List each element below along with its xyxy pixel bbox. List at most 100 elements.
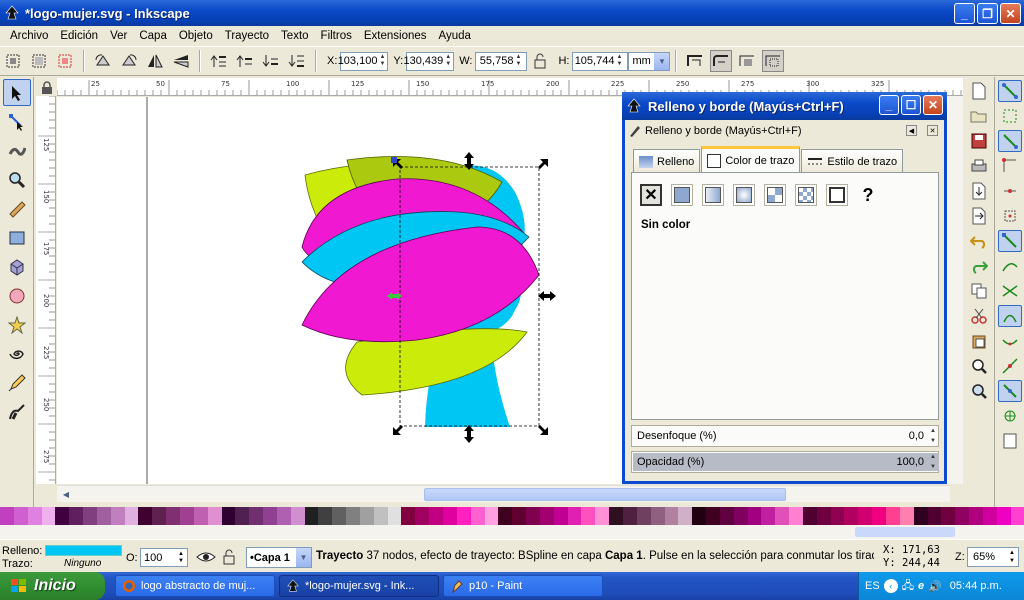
palette-swatch[interactable] [553, 507, 568, 525]
palette-swatch[interactable] [733, 507, 748, 525]
snap-bbox-midpoints-icon[interactable] [998, 180, 1022, 202]
rectangle-tool-icon[interactable] [3, 224, 31, 251]
palette-swatch[interactable] [913, 507, 928, 525]
rotate-ccw-icon[interactable] [92, 50, 114, 72]
palette-swatch[interactable] [872, 507, 886, 525]
dialog-maximize-button[interactable]: ☐ [901, 95, 921, 115]
stroke-indicator[interactable]: Ninguno [64, 558, 101, 569]
tweak-tool-icon[interactable] [3, 137, 31, 164]
palette-swatch[interactable] [609, 507, 623, 525]
volume-icon[interactable]: 🔊 [928, 580, 942, 593]
palette-swatch[interactable] [650, 507, 665, 525]
palette-swatch[interactable] [41, 507, 56, 525]
dialog-close-button[interactable]: ✕ [923, 95, 943, 115]
undo-icon[interactable] [967, 230, 991, 252]
tab-estilo-de-trazo[interactable]: Estilo de trazo [801, 149, 904, 173]
snap-page-border-icon[interactable] [998, 430, 1022, 452]
blur-spinner[interactable]: ▲ ▼ [928, 426, 938, 446]
tray-back-icon[interactable]: ‹ [883, 579, 898, 593]
palette-swatch[interactable] [83, 507, 97, 525]
snap-smooth-nodes-icon[interactable] [998, 330, 1022, 352]
menu-ver[interactable]: Ver [104, 30, 133, 42]
palette-swatch[interactable] [622, 507, 637, 525]
pencil-tool-icon[interactable] [3, 369, 31, 396]
snap-bbox-corners-icon[interactable] [998, 155, 1022, 177]
snap-nodes-icon[interactable] [998, 230, 1022, 252]
palette-swatch[interactable] [152, 507, 167, 525]
y-field[interactable]: 130,439 ▲ ▼ [403, 51, 455, 71]
snap-enable-icon[interactable] [998, 80, 1022, 102]
palette-swatch[interactable] [539, 507, 554, 525]
zoom-drawing-icon[interactable] [967, 380, 991, 402]
snap-bbox-icon[interactable] [998, 105, 1022, 127]
color-palette[interactable] [0, 507, 1024, 525]
copy-icon[interactable] [967, 280, 991, 302]
palette-swatch[interactable] [470, 507, 485, 525]
palette-swatch[interactable] [415, 507, 430, 525]
palette-swatch[interactable] [13, 507, 28, 525]
lower-icon[interactable] [260, 50, 282, 72]
palette-swatch[interactable] [526, 507, 540, 525]
palette-swatch[interactable] [332, 507, 347, 525]
palette-swatch[interactable] [1010, 507, 1024, 525]
vertical-scrollbar[interactable] [948, 96, 963, 484]
rotate-cw-icon[interactable] [118, 50, 140, 72]
print-icon[interactable] [967, 155, 991, 177]
palette-swatch[interactable] [27, 507, 42, 525]
palette-swatch[interactable] [276, 507, 291, 525]
palette-swatch[interactable] [138, 507, 153, 525]
pattern-icon[interactable] [764, 184, 786, 206]
ellipse-tool-icon[interactable] [3, 282, 31, 309]
palette-swatch[interactable] [318, 507, 333, 525]
palette-swatch[interactable] [636, 507, 651, 525]
opacity-field[interactable]: 100 ▲ ▼ [140, 548, 188, 567]
3d-box-tool-icon[interactable] [3, 253, 31, 280]
palette-scrollbar[interactable] [0, 525, 1024, 539]
palette-swatch[interactable] [249, 507, 264, 525]
raise-icon[interactable] [234, 50, 256, 72]
palette-swatch[interactable] [429, 507, 443, 525]
flat-color-icon[interactable] [671, 184, 693, 206]
cut-icon[interactable] [967, 305, 991, 327]
snap-intersections-icon[interactable] [998, 280, 1022, 302]
zoom-selection-icon[interactable] [967, 355, 991, 377]
palette-swatch[interactable] [789, 507, 803, 525]
network-icon[interactable]: 🖧 [902, 577, 914, 596]
dialog-minimize-button[interactable]: _ [879, 95, 899, 115]
unknown-paint-icon[interactable]: ? [857, 184, 879, 206]
palette-swatch[interactable] [110, 507, 125, 525]
close-button[interactable]: ✕ [1000, 3, 1021, 24]
open-icon[interactable] [967, 105, 991, 127]
minimize-button[interactable]: _ [954, 3, 975, 24]
spiral-tool-icon[interactable] [3, 340, 31, 367]
palette-swatch[interactable] [816, 507, 831, 525]
palette-swatch[interactable] [401, 507, 416, 525]
measure-tool-icon[interactable] [3, 195, 31, 222]
palette-swatch[interactable] [858, 507, 873, 525]
palette-swatch[interactable] [69, 507, 84, 525]
scale-corners-icon[interactable] [710, 50, 733, 72]
palette-swatch[interactable] [830, 507, 845, 525]
palette-swatch[interactable] [221, 507, 236, 525]
ie-icon[interactable]: e [918, 580, 924, 592]
palette-swatch[interactable] [387, 507, 402, 525]
unset-paint-icon[interactable] [826, 184, 848, 206]
x-field[interactable]: 103,100 ▲ ▼ [338, 51, 389, 71]
palette-swatch[interactable] [692, 507, 707, 525]
menu-filtros[interactable]: Filtros [315, 30, 358, 42]
paste-icon[interactable] [967, 330, 991, 352]
no-paint-icon[interactable]: ✕ [640, 184, 662, 206]
redo-icon[interactable] [967, 255, 991, 277]
scale-stroke-icon[interactable] [684, 50, 706, 72]
palette-swatch[interactable] [927, 507, 942, 525]
flip-horizontal-icon[interactable] [144, 50, 166, 72]
palette-swatch[interactable] [373, 507, 388, 525]
palette-swatch[interactable] [484, 507, 499, 525]
palette-swatch[interactable] [982, 507, 997, 525]
palette-swatch[interactable] [124, 507, 139, 525]
palette-swatch[interactable] [359, 507, 374, 525]
palette-swatch[interactable] [235, 507, 250, 525]
selector-tool-icon[interactable] [3, 79, 31, 106]
palette-swatch[interactable] [263, 507, 277, 525]
fill-indicator[interactable] [45, 545, 122, 556]
